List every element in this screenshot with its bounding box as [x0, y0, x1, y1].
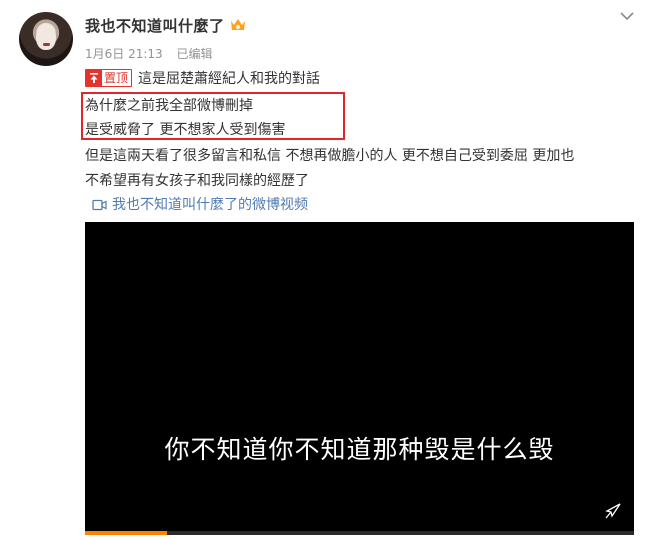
username[interactable]: 我也不知道叫什麼了 — [85, 15, 225, 36]
fullscreen-icon[interactable] — [605, 503, 621, 519]
avatar[interactable] — [19, 12, 73, 66]
avatar-face — [36, 24, 56, 50]
post-text-4: 但是這兩天看了很多留言和私信 不想再做膽小的人 更不想自己受到委屈 更加也 — [85, 148, 575, 164]
video-player[interactable]: 你不知道你不知道那种毁是什么毁 — [85, 222, 634, 531]
video-progress-fill — [85, 531, 168, 535]
pinned-badge: 置顶 — [85, 69, 133, 87]
video-icon — [92, 199, 107, 211]
avatar-lips — [43, 43, 50, 46]
vip-badge-icon — [231, 19, 245, 30]
post-meta: 1月6日 21:13 已编辑 — [85, 45, 223, 62]
video-subtitle: 你不知道你不知道那种毁是什么毁 — [164, 435, 555, 464]
post-text-1: 這是屈楚蕭經紀人和我的對話 — [138, 71, 321, 87]
chevron-down-icon[interactable] — [619, 10, 635, 22]
post-date[interactable]: 1月6日 21:13 — [85, 47, 163, 61]
edited-label: 已编辑 — [176, 47, 213, 61]
post-line-1: 置顶 這是屈楚蕭經紀人和我的對話 — [85, 68, 320, 88]
video-link[interactable]: 我也不知道叫什麼了的微博视频 — [92, 194, 308, 214]
video-link-label: 我也不知道叫什麼了的微博视频 — [112, 197, 308, 213]
pin-label: 置顶 — [104, 71, 129, 85]
pin-icon — [86, 70, 102, 86]
highlight-box — [81, 92, 345, 140]
video-progress-bar[interactable] — [85, 531, 634, 535]
post-text-5: 不希望再有女孩子和我同樣的經歷了 — [85, 173, 309, 189]
